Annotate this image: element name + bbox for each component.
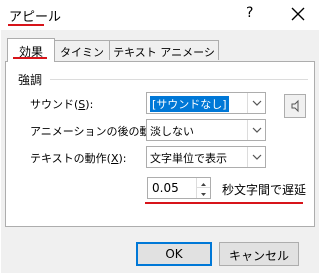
spin-up-button[interactable] <box>197 178 210 188</box>
delay-value[interactable]: 0.05 <box>152 181 179 195</box>
help-button[interactable]: ? <box>246 5 253 21</box>
after-animation-value: 淡しない <box>150 125 194 138</box>
close-icon[interactable] <box>286 2 310 26</box>
spinner-buttons <box>196 178 210 198</box>
title-underline-mark <box>8 24 44 26</box>
title-bar: アピール ? <box>0 0 320 30</box>
text-animation-value: 文字単位で表示 <box>150 152 227 165</box>
sound-select-value: [サウンドなし] <box>149 95 230 113</box>
speaker-icon <box>291 99 299 113</box>
cancel-button-label: キャンセル <box>228 249 289 263</box>
text-animation-label: テキストの動作(X): <box>30 152 127 165</box>
cancel-button[interactable]: キャンセル <box>219 242 299 266</box>
dialog-title: アピール <box>9 10 62 25</box>
group-title: 強調 <box>18 73 43 87</box>
spin-down-button[interactable] <box>197 188 210 198</box>
ok-button[interactable]: OK <box>136 242 212 266</box>
tab-underline-mark <box>13 57 47 59</box>
delay-underline-mark <box>145 202 303 204</box>
text-animation-select[interactable]: 文字単位で表示 <box>146 146 266 168</box>
caret-down-icon <box>201 193 206 196</box>
chevron-down-icon[interactable] <box>247 147 265 167</box>
delay-spinner[interactable]: 0.05 <box>147 177 211 199</box>
delay-suffix-label: 秒文字間で遅延 <box>222 183 307 197</box>
group-divider <box>50 79 308 80</box>
chevron-down-icon[interactable] <box>247 120 265 140</box>
chevron-down-icon[interactable] <box>247 93 265 113</box>
sound-label: サウンド(S): <box>30 98 94 111</box>
sound-volume-button[interactable] <box>284 94 306 118</box>
ok-button-label: OK <box>165 247 183 261</box>
after-animation-select[interactable]: 淡しない <box>146 119 266 141</box>
tab-timing[interactable]: タイミング <box>54 40 110 75</box>
sound-select[interactable]: [サウンドなし] <box>146 92 266 114</box>
tab-text-animation[interactable]: テキスト アニメーション <box>109 40 219 75</box>
after-animation-label: アニメーションの後の動作 <box>30 125 162 138</box>
dialog-body: 効果 タイミング テキスト アニメーション 強調 サウンド(S): [サウンドな… <box>1 30 319 273</box>
